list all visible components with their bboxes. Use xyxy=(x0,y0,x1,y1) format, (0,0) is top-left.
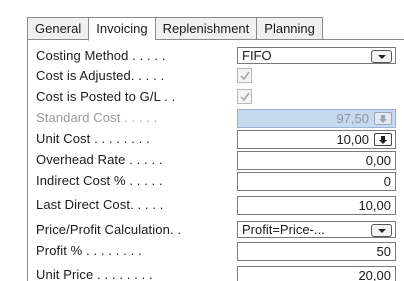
cost-is-adjusted-row: Cost is Adjusted. . . . . xyxy=(36,67,404,84)
indirect-cost-row: Indirect Cost % . . . . . 0 xyxy=(36,172,404,191)
overhead-rate-input[interactable]: 0,00 xyxy=(237,151,396,170)
costing-method-value: FIFO xyxy=(242,48,272,63)
overhead-rate-label: Overhead Rate . . . . . xyxy=(36,152,163,167)
cost-is-adjusted-checkbox[interactable] xyxy=(237,68,252,83)
cost-posted-gl-checkbox[interactable] xyxy=(237,89,252,104)
chevron-down-icon[interactable] xyxy=(371,224,392,237)
unit-cost-field[interactable]: 10,00 xyxy=(237,130,396,149)
unit-cost-row: Unit Cost . . . . . . . . 10,00 xyxy=(36,130,404,149)
chevron-down-icon[interactable] xyxy=(371,50,392,63)
unit-price-label: Unit Price . . . . . . . . xyxy=(36,267,153,281)
profit-pct-label: Profit % . . . . . . . . xyxy=(36,243,142,258)
price-profit-calc-value: Profit=Price-... xyxy=(242,222,325,237)
profit-pct-row: Profit % . . . . . . . . 50 xyxy=(36,242,404,261)
tab-general[interactable]: General xyxy=(27,17,89,40)
standard-cost-field[interactable]: 97,50 xyxy=(237,109,396,128)
arrow-down-icon[interactable] xyxy=(374,112,392,125)
tab-strip: General Invoicing Replenishment Planning xyxy=(27,17,323,41)
check-icon xyxy=(240,71,250,81)
tab-planning[interactable]: Planning xyxy=(256,17,323,40)
last-direct-cost-row: Last Direct Cost. . . . . 10,00 xyxy=(36,196,404,215)
costing-method-row: Costing Method . . . . . FIFO xyxy=(36,47,404,64)
price-profit-calc-select[interactable]: Profit=Price-... xyxy=(237,221,396,238)
profit-pct-input[interactable]: 50 xyxy=(237,242,396,261)
price-profit-calc-label: Price/Profit Calculation. . xyxy=(36,222,182,237)
standard-cost-label: Standard Cost . . . . . xyxy=(36,110,158,125)
arrow-down-icon[interactable] xyxy=(374,133,392,146)
tab-replenishment[interactable]: Replenishment xyxy=(154,17,257,40)
tab-invoicing[interactable]: Invoicing xyxy=(88,17,155,41)
costing-method-label: Costing Method . . . . . xyxy=(36,48,166,63)
cost-posted-gl-label: Cost is Posted to G/L . . xyxy=(36,89,176,104)
cost-posted-gl-row: Cost is Posted to G/L . . xyxy=(36,88,404,105)
standard-cost-value: 97,50 xyxy=(336,111,369,126)
standard-cost-row: Standard Cost . . . . . 97,50 xyxy=(36,109,404,128)
price-profit-calc-row: Price/Profit Calculation. . Profit=Price… xyxy=(36,221,404,238)
check-icon xyxy=(240,92,250,102)
unit-cost-value: 10,00 xyxy=(336,132,369,147)
last-direct-cost-input[interactable]: 10,00 xyxy=(237,196,396,215)
last-direct-cost-label: Last Direct Cost. . . . . xyxy=(36,197,164,212)
cost-is-adjusted-label: Cost is Adjusted. . . . . xyxy=(36,68,165,83)
unit-price-input[interactable]: 20,00 xyxy=(237,266,396,281)
unit-price-row: Unit Price . . . . . . . . 20,00 xyxy=(36,266,404,281)
indirect-cost-input[interactable]: 0 xyxy=(237,172,396,191)
unit-cost-label: Unit Cost . . . . . . . . xyxy=(36,131,150,146)
indirect-cost-label: Indirect Cost % . . . . . xyxy=(36,173,163,188)
overhead-rate-row: Overhead Rate . . . . . 0,00 xyxy=(36,151,404,170)
costing-method-select[interactable]: FIFO xyxy=(237,47,396,64)
